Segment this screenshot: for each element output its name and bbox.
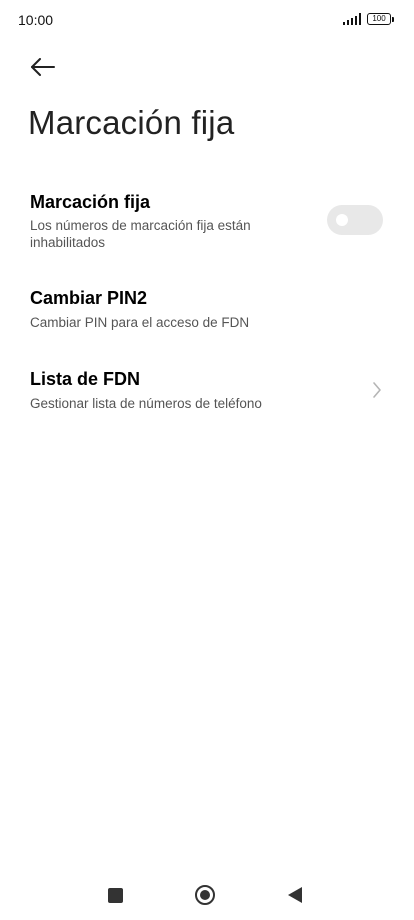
setting-fixed-dialing[interactable]: Marcación fija Los números de marcación … — [0, 186, 414, 268]
setting-subtitle: Los números de marcación fija están inha… — [30, 218, 251, 250]
setting-title: Marcación fija — [30, 192, 151, 212]
battery-level: 100 — [367, 13, 391, 25]
chevron-right-icon — [373, 382, 381, 398]
arrow-left-icon — [31, 58, 55, 76]
battery-icon: 100 — [367, 13, 394, 25]
status-time: 10:00 — [18, 12, 54, 28]
status-bar: 10:00 100 — [0, 0, 414, 40]
home-circle-icon[interactable] — [194, 884, 216, 906]
status-icons: 100 — [342, 13, 394, 25]
setting-title: Lista de FDN — [30, 369, 141, 389]
navigation-bar — [0, 870, 414, 920]
setting-subtitle: Cambiar PIN para el acceso de FDN — [30, 315, 250, 330]
setting-title: Cambiar PIN2 — [30, 288, 148, 308]
back-button[interactable] — [28, 52, 58, 82]
back-triangle-icon[interactable] — [287, 886, 303, 904]
recents-square-icon[interactable] — [108, 888, 123, 903]
signal-icon — [342, 13, 361, 25]
setting-fdn-list[interactable]: Lista de FDN Gestionar lista de números … — [0, 363, 414, 423]
setting-change-pin2[interactable]: Cambiar PIN2 Cambiar PIN para el acceso … — [0, 282, 414, 342]
setting-subtitle: Gestionar lista de números de teléfono — [30, 396, 262, 411]
toggle-knob — [336, 214, 348, 226]
page-title: Marcación fija — [28, 104, 235, 141]
fixed-dialing-toggle[interactable] — [327, 205, 383, 235]
